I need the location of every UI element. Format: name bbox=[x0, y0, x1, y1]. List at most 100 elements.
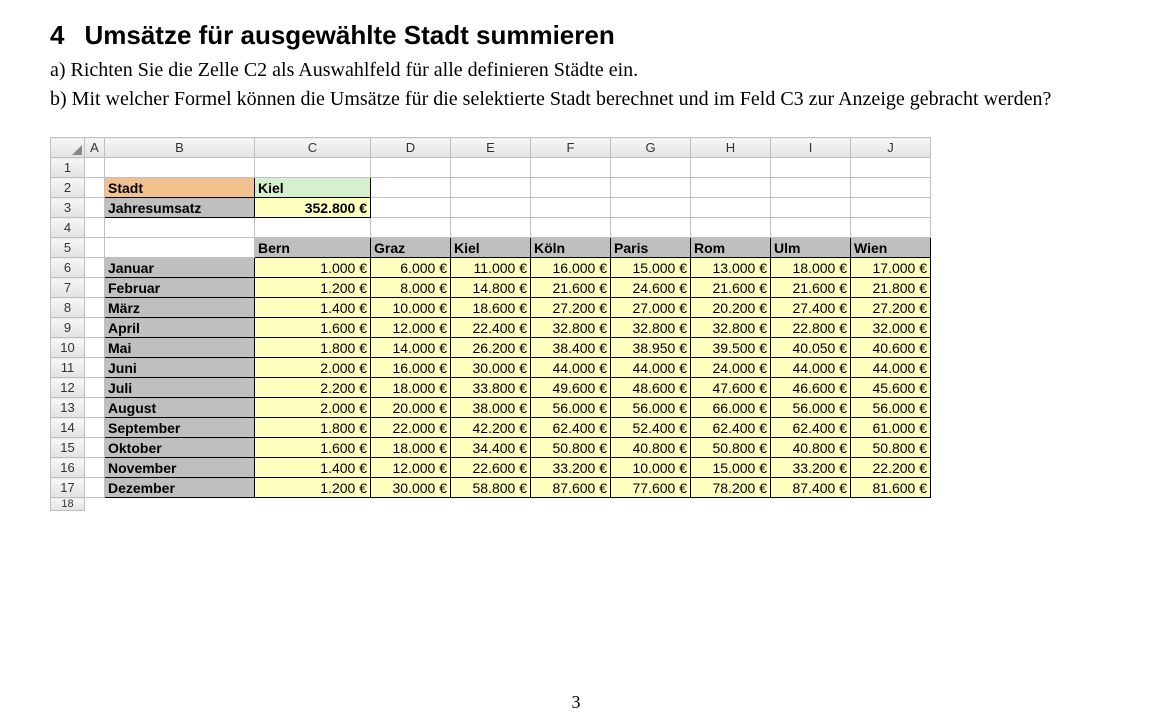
col-header-g[interactable]: G bbox=[611, 138, 691, 158]
cell[interactable] bbox=[85, 398, 105, 418]
data-cell[interactable]: 27.000 € bbox=[611, 298, 691, 318]
data-cell[interactable]: 6.000 € bbox=[371, 258, 451, 278]
cell[interactable] bbox=[85, 378, 105, 398]
cell[interactable] bbox=[85, 238, 105, 258]
data-cell[interactable]: 48.600 € bbox=[611, 378, 691, 398]
data-cell[interactable]: 38.000 € bbox=[451, 398, 531, 418]
data-cell[interactable]: 26.200 € bbox=[451, 338, 531, 358]
data-cell[interactable]: 2.000 € bbox=[255, 358, 371, 378]
data-cell[interactable]: 17.000 € bbox=[851, 258, 931, 278]
cell[interactable] bbox=[105, 218, 255, 238]
cell[interactable] bbox=[771, 218, 851, 238]
row-header[interactable]: 15 bbox=[51, 438, 85, 458]
data-cell[interactable]: 56.000 € bbox=[611, 398, 691, 418]
row-header[interactable]: 11 bbox=[51, 358, 85, 378]
data-cell[interactable]: 32.800 € bbox=[611, 318, 691, 338]
data-cell[interactable]: 40.600 € bbox=[851, 338, 931, 358]
data-cell[interactable]: 1.600 € bbox=[255, 318, 371, 338]
data-cell[interactable]: 1.400 € bbox=[255, 298, 371, 318]
stadt-label[interactable]: Stadt bbox=[105, 178, 255, 198]
data-cell[interactable]: 27.400 € bbox=[771, 298, 851, 318]
data-cell[interactable]: 58.800 € bbox=[451, 478, 531, 498]
cell[interactable] bbox=[371, 198, 451, 218]
cell[interactable] bbox=[531, 158, 611, 178]
data-cell[interactable]: 20.000 € bbox=[371, 398, 451, 418]
city-header[interactable]: Wien bbox=[851, 238, 931, 258]
data-cell[interactable]: 22.800 € bbox=[771, 318, 851, 338]
data-cell[interactable]: 1.800 € bbox=[255, 338, 371, 358]
data-cell[interactable]: 12.000 € bbox=[371, 458, 451, 478]
month-label[interactable]: Oktober bbox=[105, 438, 255, 458]
month-label[interactable]: Juli bbox=[105, 378, 255, 398]
data-cell[interactable]: 10.000 € bbox=[611, 458, 691, 478]
data-cell[interactable]: 87.600 € bbox=[531, 478, 611, 498]
data-cell[interactable]: 30.000 € bbox=[451, 358, 531, 378]
month-label[interactable]: Januar bbox=[105, 258, 255, 278]
data-cell[interactable]: 42.200 € bbox=[451, 418, 531, 438]
data-cell[interactable]: 61.000 € bbox=[851, 418, 931, 438]
data-cell[interactable]: 45.600 € bbox=[851, 378, 931, 398]
col-header-j[interactable]: J bbox=[851, 138, 931, 158]
data-cell[interactable]: 1.200 € bbox=[255, 478, 371, 498]
row-header[interactable]: 8 bbox=[51, 298, 85, 318]
data-cell[interactable]: 33.200 € bbox=[531, 458, 611, 478]
cell[interactable] bbox=[85, 358, 105, 378]
row-header[interactable]: 2 bbox=[51, 178, 85, 198]
col-header-e[interactable]: E bbox=[451, 138, 531, 158]
data-cell[interactable]: 62.400 € bbox=[531, 418, 611, 438]
data-cell[interactable]: 77.600 € bbox=[611, 478, 691, 498]
cell[interactable] bbox=[255, 158, 371, 178]
cell[interactable] bbox=[611, 158, 691, 178]
cell[interactable] bbox=[851, 198, 931, 218]
row-header[interactable]: 3 bbox=[51, 198, 85, 218]
month-label[interactable]: Dezember bbox=[105, 478, 255, 498]
data-cell[interactable]: 30.000 € bbox=[371, 478, 451, 498]
city-header[interactable]: Rom bbox=[691, 238, 771, 258]
city-header[interactable]: Graz bbox=[371, 238, 451, 258]
data-cell[interactable]: 24.000 € bbox=[691, 358, 771, 378]
cell[interactable] bbox=[531, 218, 611, 238]
data-cell[interactable]: 21.800 € bbox=[851, 278, 931, 298]
row-header[interactable]: 16 bbox=[51, 458, 85, 478]
city-header[interactable]: Bern bbox=[255, 238, 371, 258]
data-cell[interactable]: 78.200 € bbox=[691, 478, 771, 498]
data-cell[interactable]: 8.000 € bbox=[371, 278, 451, 298]
cell[interactable] bbox=[451, 218, 531, 238]
row-header[interactable]: 7 bbox=[51, 278, 85, 298]
cell[interactable] bbox=[611, 198, 691, 218]
cell[interactable] bbox=[851, 178, 931, 198]
data-cell[interactable]: 32.800 € bbox=[531, 318, 611, 338]
data-cell[interactable]: 66.000 € bbox=[691, 398, 771, 418]
cell[interactable] bbox=[771, 158, 851, 178]
data-cell[interactable]: 56.000 € bbox=[771, 398, 851, 418]
data-cell[interactable]: 18.000 € bbox=[371, 378, 451, 398]
data-cell[interactable]: 38.950 € bbox=[611, 338, 691, 358]
cell[interactable] bbox=[85, 438, 105, 458]
data-cell[interactable]: 62.400 € bbox=[771, 418, 851, 438]
data-cell[interactable]: 34.400 € bbox=[451, 438, 531, 458]
month-label[interactable]: August bbox=[105, 398, 255, 418]
data-cell[interactable]: 44.000 € bbox=[611, 358, 691, 378]
select-all-corner[interactable] bbox=[51, 138, 85, 158]
cell[interactable] bbox=[105, 158, 255, 178]
cell[interactable] bbox=[371, 178, 451, 198]
row-header[interactable]: 14 bbox=[51, 418, 85, 438]
row-header[interactable]: 13 bbox=[51, 398, 85, 418]
data-cell[interactable]: 44.000 € bbox=[851, 358, 931, 378]
cell[interactable] bbox=[691, 178, 771, 198]
data-cell[interactable]: 1.000 € bbox=[255, 258, 371, 278]
data-cell[interactable]: 44.000 € bbox=[531, 358, 611, 378]
data-cell[interactable]: 56.000 € bbox=[851, 398, 931, 418]
stadt-dropdown[interactable]: Kiel bbox=[255, 178, 371, 198]
month-label[interactable]: März bbox=[105, 298, 255, 318]
city-header[interactable]: Paris bbox=[611, 238, 691, 258]
cell[interactable] bbox=[85, 158, 105, 178]
cell[interactable] bbox=[85, 318, 105, 338]
data-cell[interactable]: 16.000 € bbox=[371, 358, 451, 378]
data-cell[interactable]: 13.000 € bbox=[691, 258, 771, 278]
cell[interactable] bbox=[691, 218, 771, 238]
col-header-a[interactable]: A bbox=[85, 138, 105, 158]
city-header[interactable]: Kiel bbox=[451, 238, 531, 258]
data-cell[interactable]: 49.600 € bbox=[531, 378, 611, 398]
data-cell[interactable]: 39.500 € bbox=[691, 338, 771, 358]
